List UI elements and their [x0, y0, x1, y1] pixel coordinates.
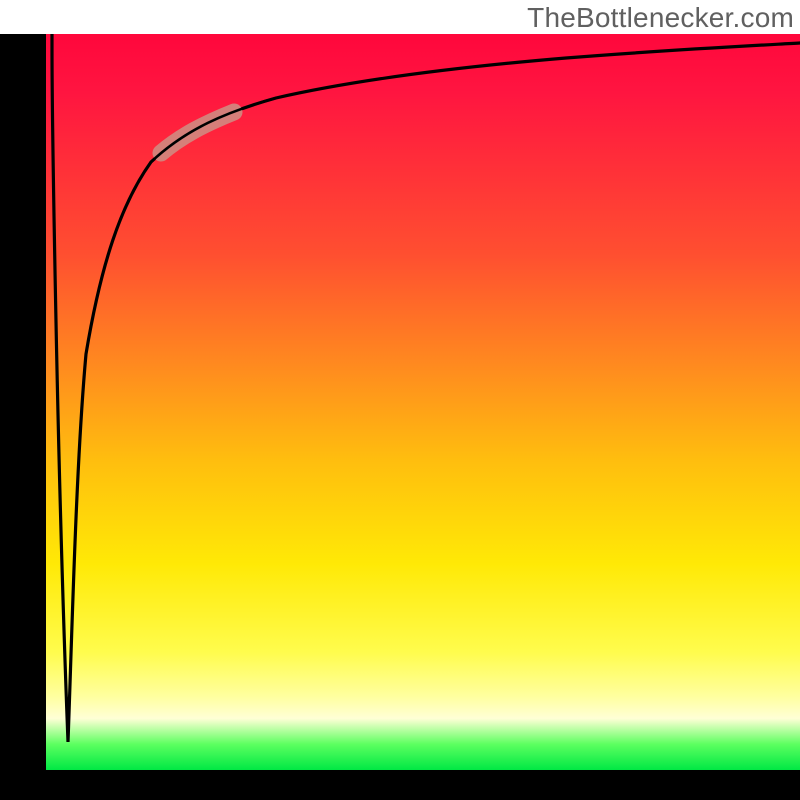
watermark-text: TheBottlenecker.com: [527, 2, 794, 34]
highlight-segment: [161, 112, 234, 153]
y-axis-border: [0, 34, 46, 800]
chart-frame: TheBottlenecker.com: [0, 0, 800, 800]
x-axis-border: [0, 770, 800, 800]
plot-area: [46, 34, 800, 770]
bottleneck-curve: [46, 34, 800, 770]
